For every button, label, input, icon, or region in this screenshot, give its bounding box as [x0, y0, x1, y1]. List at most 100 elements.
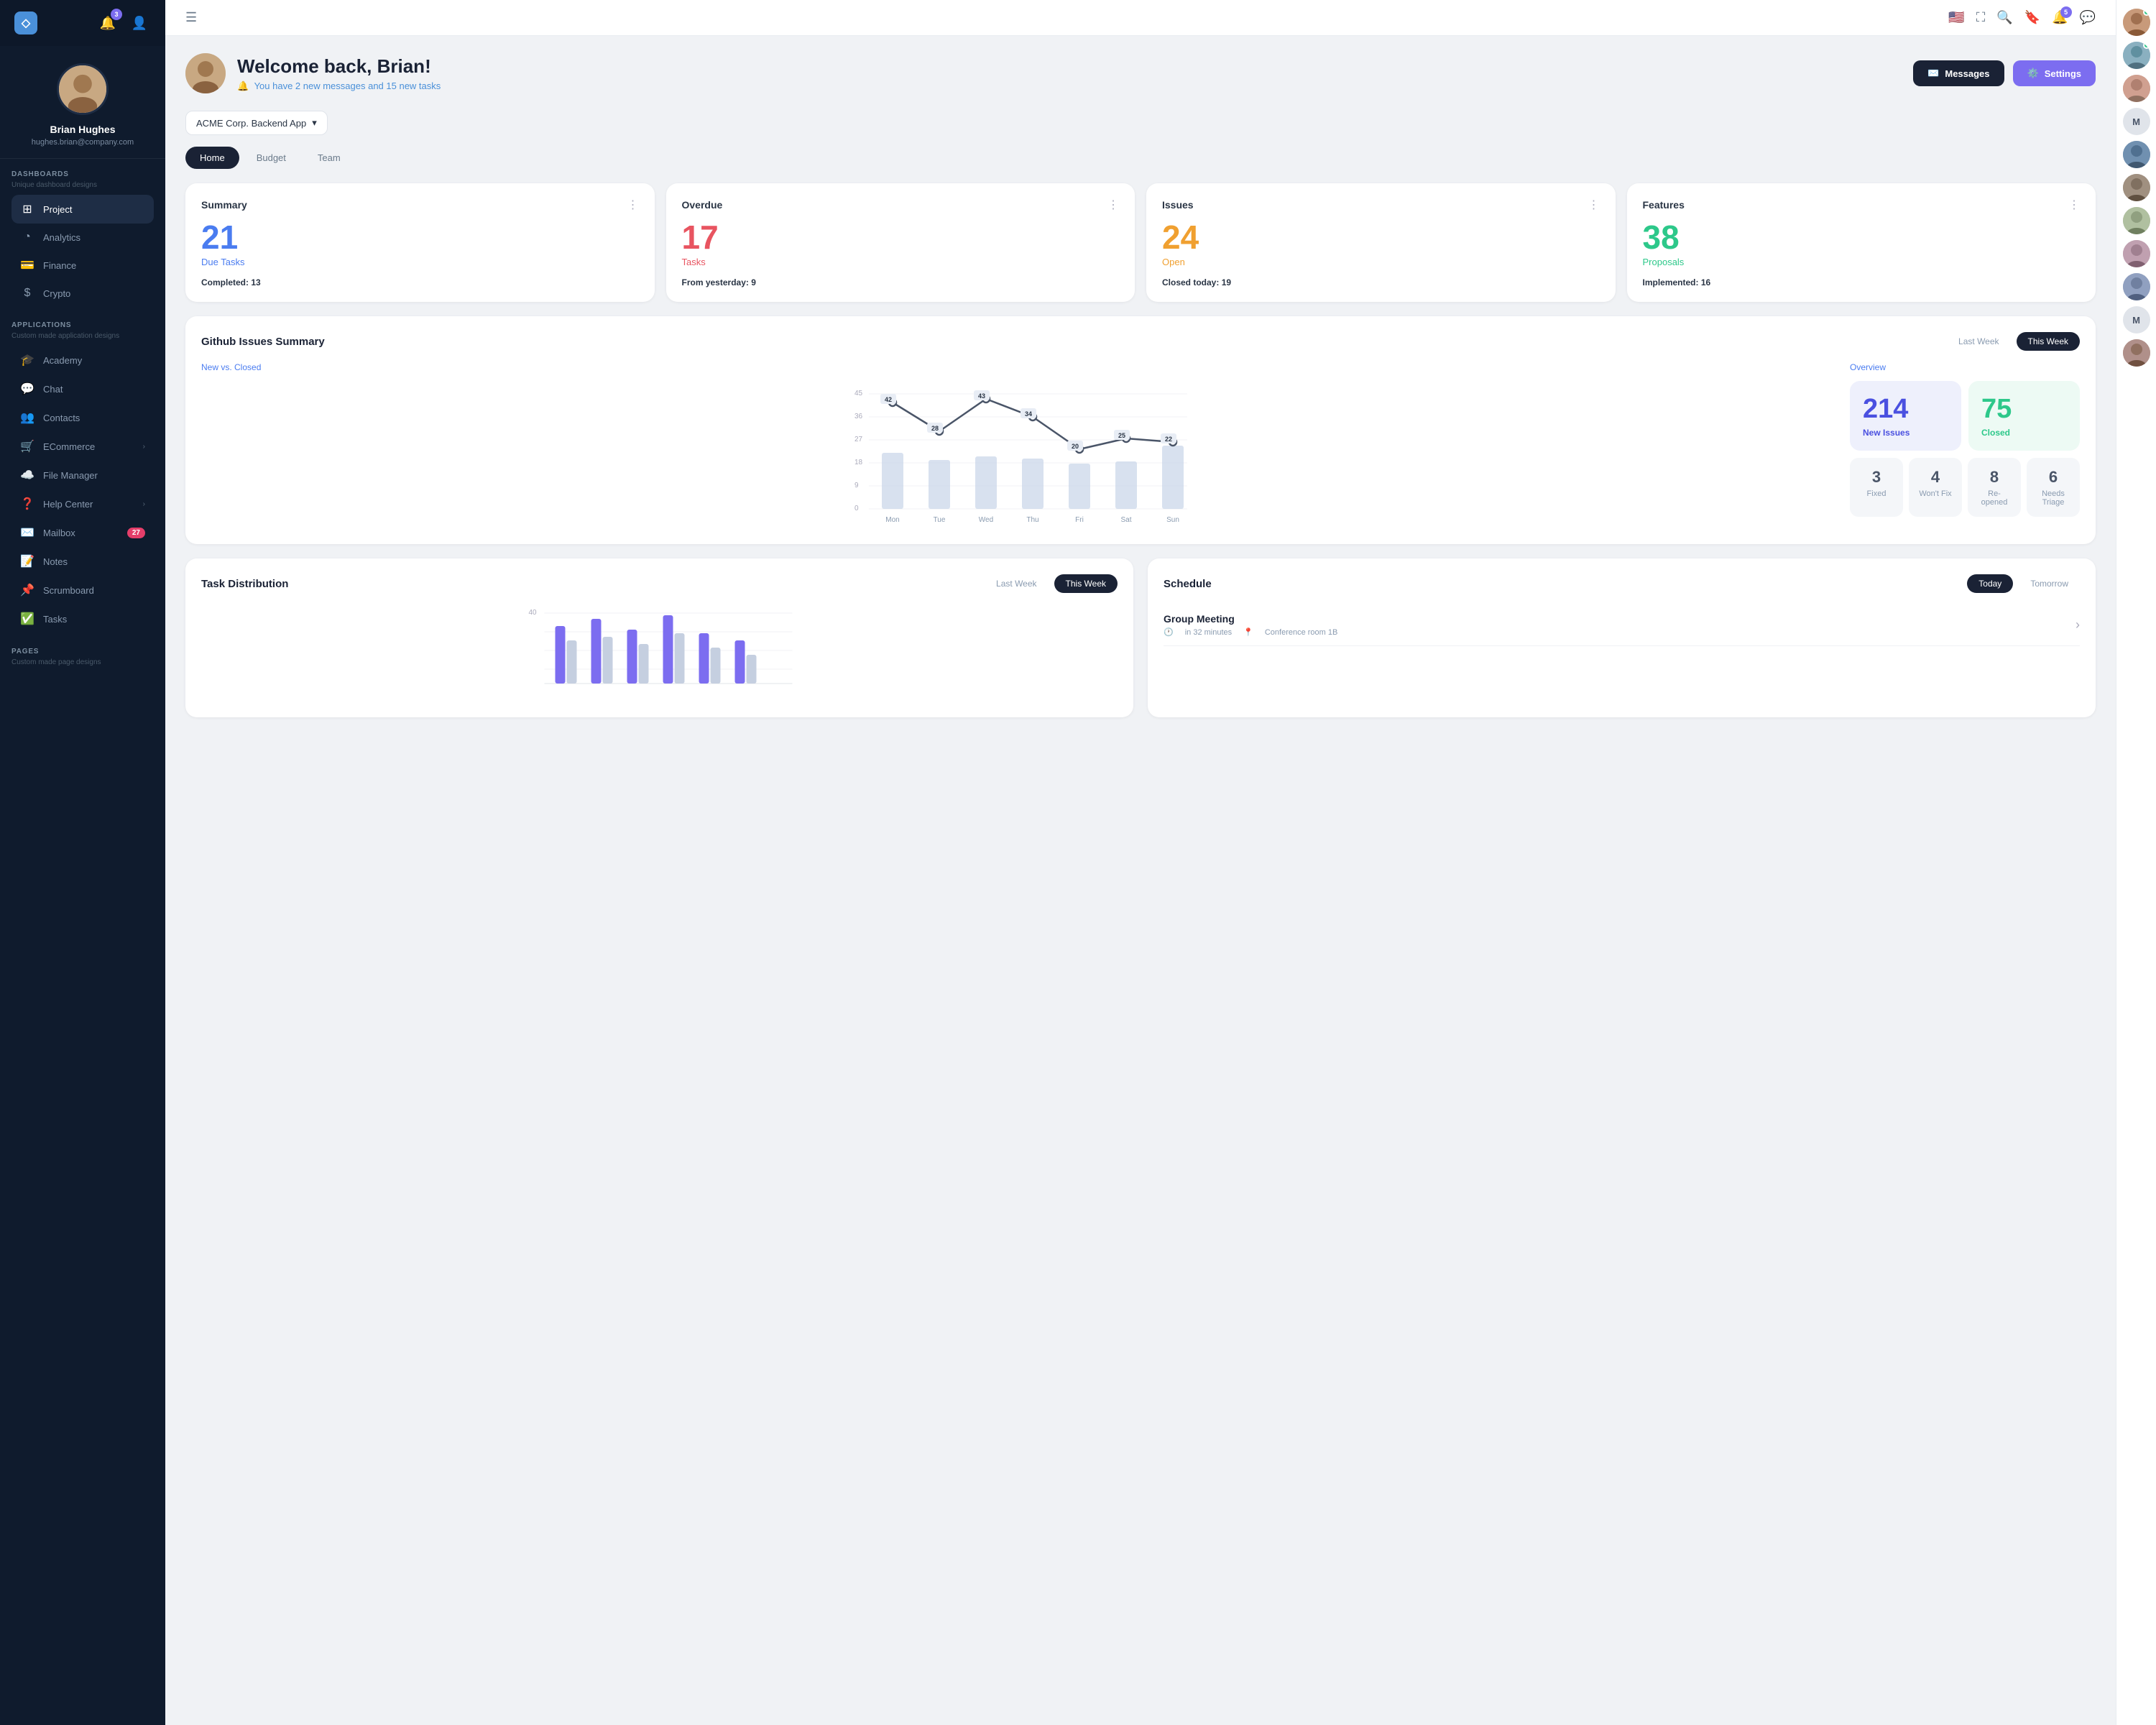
academy-icon: 🎓 — [20, 353, 34, 367]
svg-text:18: 18 — [854, 459, 863, 466]
flag-icon[interactable]: 🇺🇸 — [1948, 10, 1964, 25]
messages-icon[interactable]: 💬 — [2080, 10, 2096, 25]
more-options-icon[interactable]: ⋮ — [1107, 198, 1119, 212]
stat-number: 17 — [682, 221, 1120, 254]
sidebar-item-crypto[interactable]: $ Crypto — [11, 280, 154, 307]
svg-text:Wed: Wed — [979, 516, 993, 524]
applications-sub: Custom made application designs — [11, 332, 154, 340]
mailbox-icon: ✉️ — [20, 525, 34, 540]
user-circle-icon[interactable]: 👤 — [128, 12, 151, 34]
notification-badge: 3 — [111, 9, 122, 20]
week-toggles: Last Week This Week — [1947, 332, 2080, 351]
sidebar-item-notes[interactable]: 📝 Notes — [11, 547, 154, 576]
applications-label: APPLICATIONS — [11, 321, 154, 329]
tab-team[interactable]: Team — [303, 147, 355, 169]
sidebar-item-project[interactable]: ⊞ Project — [11, 195, 154, 224]
welcome-header: Welcome back, Brian! 🔔 You have 2 new me… — [185, 53, 2096, 93]
right-panel-avatar[interactable] — [2123, 9, 2150, 36]
more-options-icon[interactable]: ⋮ — [627, 198, 639, 212]
wont-fix-stat: 4 Won't Fix — [1909, 458, 1962, 517]
bookmark-icon[interactable]: 🔖 — [2024, 10, 2040, 25]
sidebar-item-scrumboard[interactable]: 📌 Scrumboard — [11, 576, 154, 604]
task-dist-toggles: Last Week This Week — [985, 574, 1118, 593]
avatar[interactable] — [57, 63, 109, 115]
task-this-week-button[interactable]: This Week — [1054, 574, 1118, 593]
sidebar-item-finance[interactable]: 💳 Finance — [11, 251, 154, 280]
sidebar-item-chat[interactable]: 💬 Chat — [11, 374, 154, 403]
location-icon: 📍 — [1243, 627, 1253, 637]
right-panel-avatar[interactable] — [2123, 240, 2150, 267]
this-week-button[interactable]: This Week — [2017, 332, 2080, 351]
sidebar-item-help-center[interactable]: ❓ Help Center › — [11, 489, 154, 518]
online-badge — [2143, 9, 2150, 16]
dashboards-section: DASHBOARDS Unique dashboard designs ⊞ Pr… — [0, 159, 165, 310]
right-panel-avatar[interactable] — [2123, 42, 2150, 69]
more-options-icon[interactable]: ⋮ — [2068, 198, 2080, 212]
welcome-greeting: Welcome back, Brian! — [237, 55, 441, 78]
right-panel-avatar[interactable] — [2123, 273, 2150, 300]
new-issues-number: 214 — [1863, 394, 1948, 425]
fullscreen-icon[interactable]: ⛶ — [1976, 10, 1986, 25]
reopened-stat: 8 Re-opened — [1968, 458, 2021, 517]
closed-label: Closed — [1981, 428, 2067, 438]
notifications-icon[interactable]: 🔔 5 — [2052, 10, 2068, 25]
sidebar-item-label: Contacts — [43, 413, 80, 423]
settings-button[interactable]: ⚙️ Settings — [2013, 60, 2096, 86]
tab-budget[interactable]: Budget — [242, 147, 300, 169]
svg-text:Thu: Thu — [1026, 516, 1038, 524]
chevron-down-icon: ▾ — [312, 117, 317, 129]
right-panel-avatar[interactable] — [2123, 174, 2150, 201]
sidebar-item-tasks[interactable]: ✅ Tasks — [11, 604, 154, 633]
event-time: in 32 minutes — [1185, 628, 1232, 637]
project-label: ACME Corp. Backend App — [196, 118, 306, 129]
app-logo[interactable]: ◇ — [14, 12, 37, 34]
sidebar-item-ecommerce[interactable]: 🛒 ECommerce › — [11, 432, 154, 461]
messages-button[interactable]: ✉️ Messages — [1913, 60, 2004, 86]
schedule-toggles: Today Tomorrow — [1967, 574, 2080, 593]
sidebar-item-analytics[interactable]: ◔ Analytics — [11, 224, 154, 251]
sidebar-item-contacts[interactable]: 👥 Contacts — [11, 403, 154, 432]
sidebar-item-label: Notes — [43, 556, 68, 567]
sidebar-item-academy[interactable]: 🎓 Academy — [11, 346, 154, 374]
right-panel-avatar[interactable] — [2123, 75, 2150, 102]
svg-text:40: 40 — [529, 609, 538, 617]
right-panel-avatar[interactable] — [2123, 207, 2150, 234]
notification-bell-icon[interactable]: 🔔 3 — [96, 12, 119, 34]
profile-section: Brian Hughes hughes.brian@company.com — [0, 46, 165, 159]
search-icon[interactable]: 🔍 — [1996, 10, 2012, 25]
sidebar-item-mailbox[interactable]: ✉️ Mailbox 27 — [11, 518, 154, 547]
right-panel-avatar[interactable] — [2123, 141, 2150, 168]
sidebar-item-label: Scrumboard — [43, 585, 94, 596]
tomorrow-button[interactable]: Tomorrow — [2019, 574, 2080, 593]
profile-email: hughes.brian@company.com — [32, 138, 134, 147]
more-options-icon[interactable]: ⋮ — [1588, 198, 1600, 212]
task-last-week-button[interactable]: Last Week — [985, 574, 1048, 593]
svg-text:Tue: Tue — [934, 516, 946, 524]
hamburger-icon[interactable]: ☰ — [185, 10, 197, 25]
schedule-card: Schedule Today Tomorrow Group Meeting 🕐 … — [1148, 558, 2096, 717]
today-button[interactable]: Today — [1967, 574, 2013, 593]
svg-text:Sun: Sun — [1166, 516, 1179, 524]
overview-label: Overview — [1850, 362, 2080, 372]
closed-number: 75 — [1981, 394, 2067, 425]
task-distribution-card: Task Distribution Last Week This Week 40 — [185, 558, 1133, 717]
sidebar-item-file-manager[interactable]: ☁️ File Manager — [11, 461, 154, 489]
main-wrapper: ☰ 🇺🇸 ⛶ 🔍 🔖 🔔 5 💬 — [165, 0, 2156, 1725]
sidebar-item-label: Academy — [43, 355, 82, 366]
last-week-button[interactable]: Last Week — [1947, 332, 2010, 351]
tab-home[interactable]: Home — [185, 147, 239, 169]
stat-footer: Implemented: 16 — [1643, 277, 2081, 288]
right-panel-avatar-letter[interactable]: M — [2123, 306, 2150, 334]
right-panel-avatar[interactable] — [2123, 339, 2150, 367]
project-selector[interactable]: ACME Corp. Backend App ▾ — [185, 111, 328, 135]
bottom-grid: Task Distribution Last Week This Week 40 — [185, 558, 2096, 732]
sidebar-item-label: Chat — [43, 384, 63, 395]
crypto-icon: $ — [20, 287, 34, 300]
chevron-right-icon[interactable]: › — [2076, 617, 2080, 632]
project-icon: ⊞ — [20, 202, 34, 216]
stat-label: Tasks — [682, 257, 1120, 267]
svg-text:9: 9 — [854, 482, 859, 489]
mailbox-badge: 27 — [127, 528, 145, 538]
right-panel-avatar-letter[interactable]: M — [2123, 108, 2150, 135]
sidebar-item-label: Analytics — [43, 232, 80, 243]
